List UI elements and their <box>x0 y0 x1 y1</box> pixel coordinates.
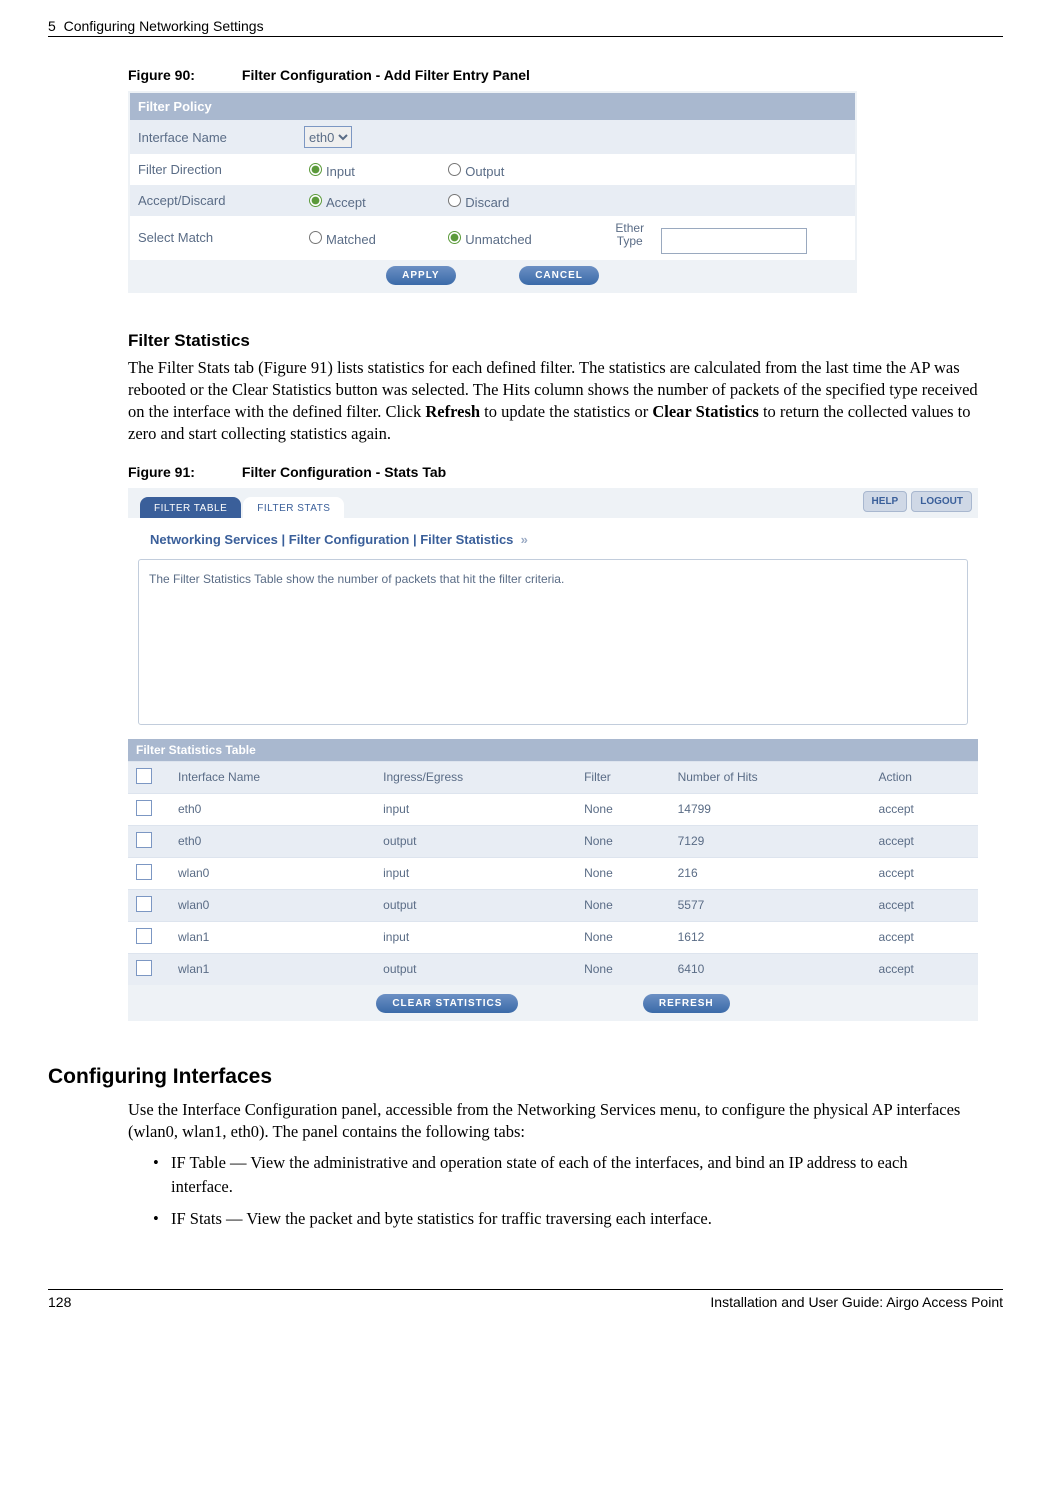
table-row: wlan1outputNone6410accept <box>128 953 978 985</box>
filter-policy-panel: Filter Policy Interface Name eth0 Filter… <box>128 91 857 293</box>
tab-bar: FILTER TABLE FILTER STATS HELP LOGOUT <box>128 488 978 518</box>
select-match-label: Select Match <box>130 216 296 260</box>
description-box: The Filter Statistics Table show the num… <box>138 559 968 725</box>
col-interface: Interface Name <box>170 761 375 793</box>
col-action: Action <box>871 761 978 793</box>
matched-radio[interactable]: Matched <box>304 232 376 247</box>
clear-statistics-button[interactable]: CLEAR STATISTICS <box>376 994 518 1013</box>
cell-interface: wlan1 <box>170 953 375 985</box>
figure-number: Figure 91: <box>128 464 238 480</box>
figure-91-caption: Figure 91: Filter Configuration - Stats … <box>128 464 1003 480</box>
chevron-icon: » <box>521 532 528 547</box>
row-checkbox[interactable] <box>136 960 152 976</box>
interface-name-select[interactable]: eth0 <box>304 126 352 148</box>
figure-number: Figure 90: <box>128 67 238 83</box>
unmatched-radio[interactable]: Unmatched <box>443 232 531 247</box>
cell-direction: input <box>375 793 576 825</box>
footer-title: Installation and User Guide: Airgo Acces… <box>710 1294 1003 1310</box>
cell-hits: 14799 <box>670 793 871 825</box>
cell-filter: None <box>576 857 670 889</box>
cell-interface: wlan0 <box>170 857 375 889</box>
cell-action: accept <box>871 953 978 985</box>
cell-filter: None <box>576 825 670 857</box>
filter-direction-label: Filter Direction <box>130 154 296 185</box>
filter-statistics-heading: Filter Statistics <box>128 331 1003 351</box>
table-row: eth0inputNone14799accept <box>128 793 978 825</box>
filter-statistics-body: The Filter Stats tab (Figure 91) lists s… <box>128 357 983 446</box>
accept-discard-label: Accept/Discard <box>130 185 296 216</box>
table-row: eth0outputNone7129accept <box>128 825 978 857</box>
page-footer: 128 Installation and User Guide: Airgo A… <box>48 1289 1003 1310</box>
accept-radio[interactable]: Accept <box>304 195 366 210</box>
cell-filter: None <box>576 793 670 825</box>
table-row: wlan1inputNone1612accept <box>128 921 978 953</box>
ether-type-input[interactable] <box>661 228 807 254</box>
cell-filter: None <box>576 889 670 921</box>
cell-filter: None <box>576 953 670 985</box>
cell-hits: 1612 <box>670 921 871 953</box>
refresh-button[interactable]: REFRESH <box>643 994 730 1013</box>
table-title: Filter Statistics Table <box>128 739 978 762</box>
cell-hits: 5577 <box>670 889 871 921</box>
discard-radio[interactable]: Discard <box>443 195 509 210</box>
cell-action: accept <box>871 825 978 857</box>
cell-direction: output <box>375 825 576 857</box>
cell-action: accept <box>871 921 978 953</box>
filter-stats-panel: FILTER TABLE FILTER STATS HELP LOGOUT Ne… <box>128 488 978 1023</box>
row-checkbox[interactable] <box>136 896 152 912</box>
col-direction: Ingress/Egress <box>375 761 576 793</box>
page-number: 128 <box>48 1294 71 1310</box>
output-radio[interactable]: Output <box>443 164 504 179</box>
cell-interface: wlan1 <box>170 921 375 953</box>
panel-header: Filter Policy <box>130 93 855 120</box>
ether-type-label: Ether Type <box>602 222 657 248</box>
row-checkbox[interactable] <box>136 928 152 944</box>
col-filter: Filter <box>576 761 670 793</box>
interface-tabs-list: IF Table — View the administrative and o… <box>153 1151 973 1231</box>
cell-direction: output <box>375 889 576 921</box>
help-button[interactable]: HELP <box>863 491 908 512</box>
row-checkbox[interactable] <box>136 832 152 848</box>
cell-action: accept <box>871 889 978 921</box>
list-item: IF Stats — View the packet and byte stat… <box>153 1207 973 1231</box>
cell-interface: eth0 <box>170 793 375 825</box>
figure-title: Filter Configuration - Add Filter Entry … <box>242 67 530 83</box>
configuring-interfaces-body: Use the Interface Configuration panel, a… <box>128 1099 983 1144</box>
filter-statistics-table: Filter Statistics Table Interface Name I… <box>128 739 978 985</box>
cancel-button[interactable]: CANCEL <box>519 266 599 285</box>
cell-interface: wlan0 <box>170 889 375 921</box>
cell-hits: 6410 <box>670 953 871 985</box>
cell-direction: input <box>375 857 576 889</box>
table-row: wlan0inputNone216accept <box>128 857 978 889</box>
figure-90-caption: Figure 90: Filter Configuration - Add Fi… <box>128 67 1003 83</box>
cell-direction: output <box>375 953 576 985</box>
tab-filter-stats[interactable]: FILTER STATS <box>243 497 344 518</box>
select-all-checkbox[interactable] <box>136 768 152 784</box>
cell-direction: input <box>375 921 576 953</box>
apply-button[interactable]: APPLY <box>386 266 455 285</box>
cell-filter: None <box>576 921 670 953</box>
breadcrumb: Networking Services | Filter Configurati… <box>128 518 978 557</box>
page-header: 5 Configuring Networking Settings <box>48 18 1003 37</box>
input-radio[interactable]: Input <box>304 164 355 179</box>
interface-name-label: Interface Name <box>130 120 296 154</box>
cell-hits: 7129 <box>670 825 871 857</box>
action-row: CLEAR STATISTICS REFRESH <box>128 985 978 1021</box>
configuring-interfaces-heading: Configuring Interfaces <box>48 1065 1003 1089</box>
row-checkbox[interactable] <box>136 864 152 880</box>
cell-action: accept <box>871 793 978 825</box>
col-hits: Number of Hits <box>670 761 871 793</box>
list-item: IF Table — View the administrative and o… <box>153 1151 973 1199</box>
cell-interface: eth0 <box>170 825 375 857</box>
chapter-label: 5 Configuring Networking Settings <box>48 18 264 34</box>
logout-button[interactable]: LOGOUT <box>911 491 972 512</box>
cell-hits: 216 <box>670 857 871 889</box>
cell-action: accept <box>871 857 978 889</box>
tab-filter-table[interactable]: FILTER TABLE <box>140 497 241 518</box>
table-row: wlan0outputNone5577accept <box>128 889 978 921</box>
figure-title: Filter Configuration - Stats Tab <box>242 464 446 480</box>
row-checkbox[interactable] <box>136 800 152 816</box>
